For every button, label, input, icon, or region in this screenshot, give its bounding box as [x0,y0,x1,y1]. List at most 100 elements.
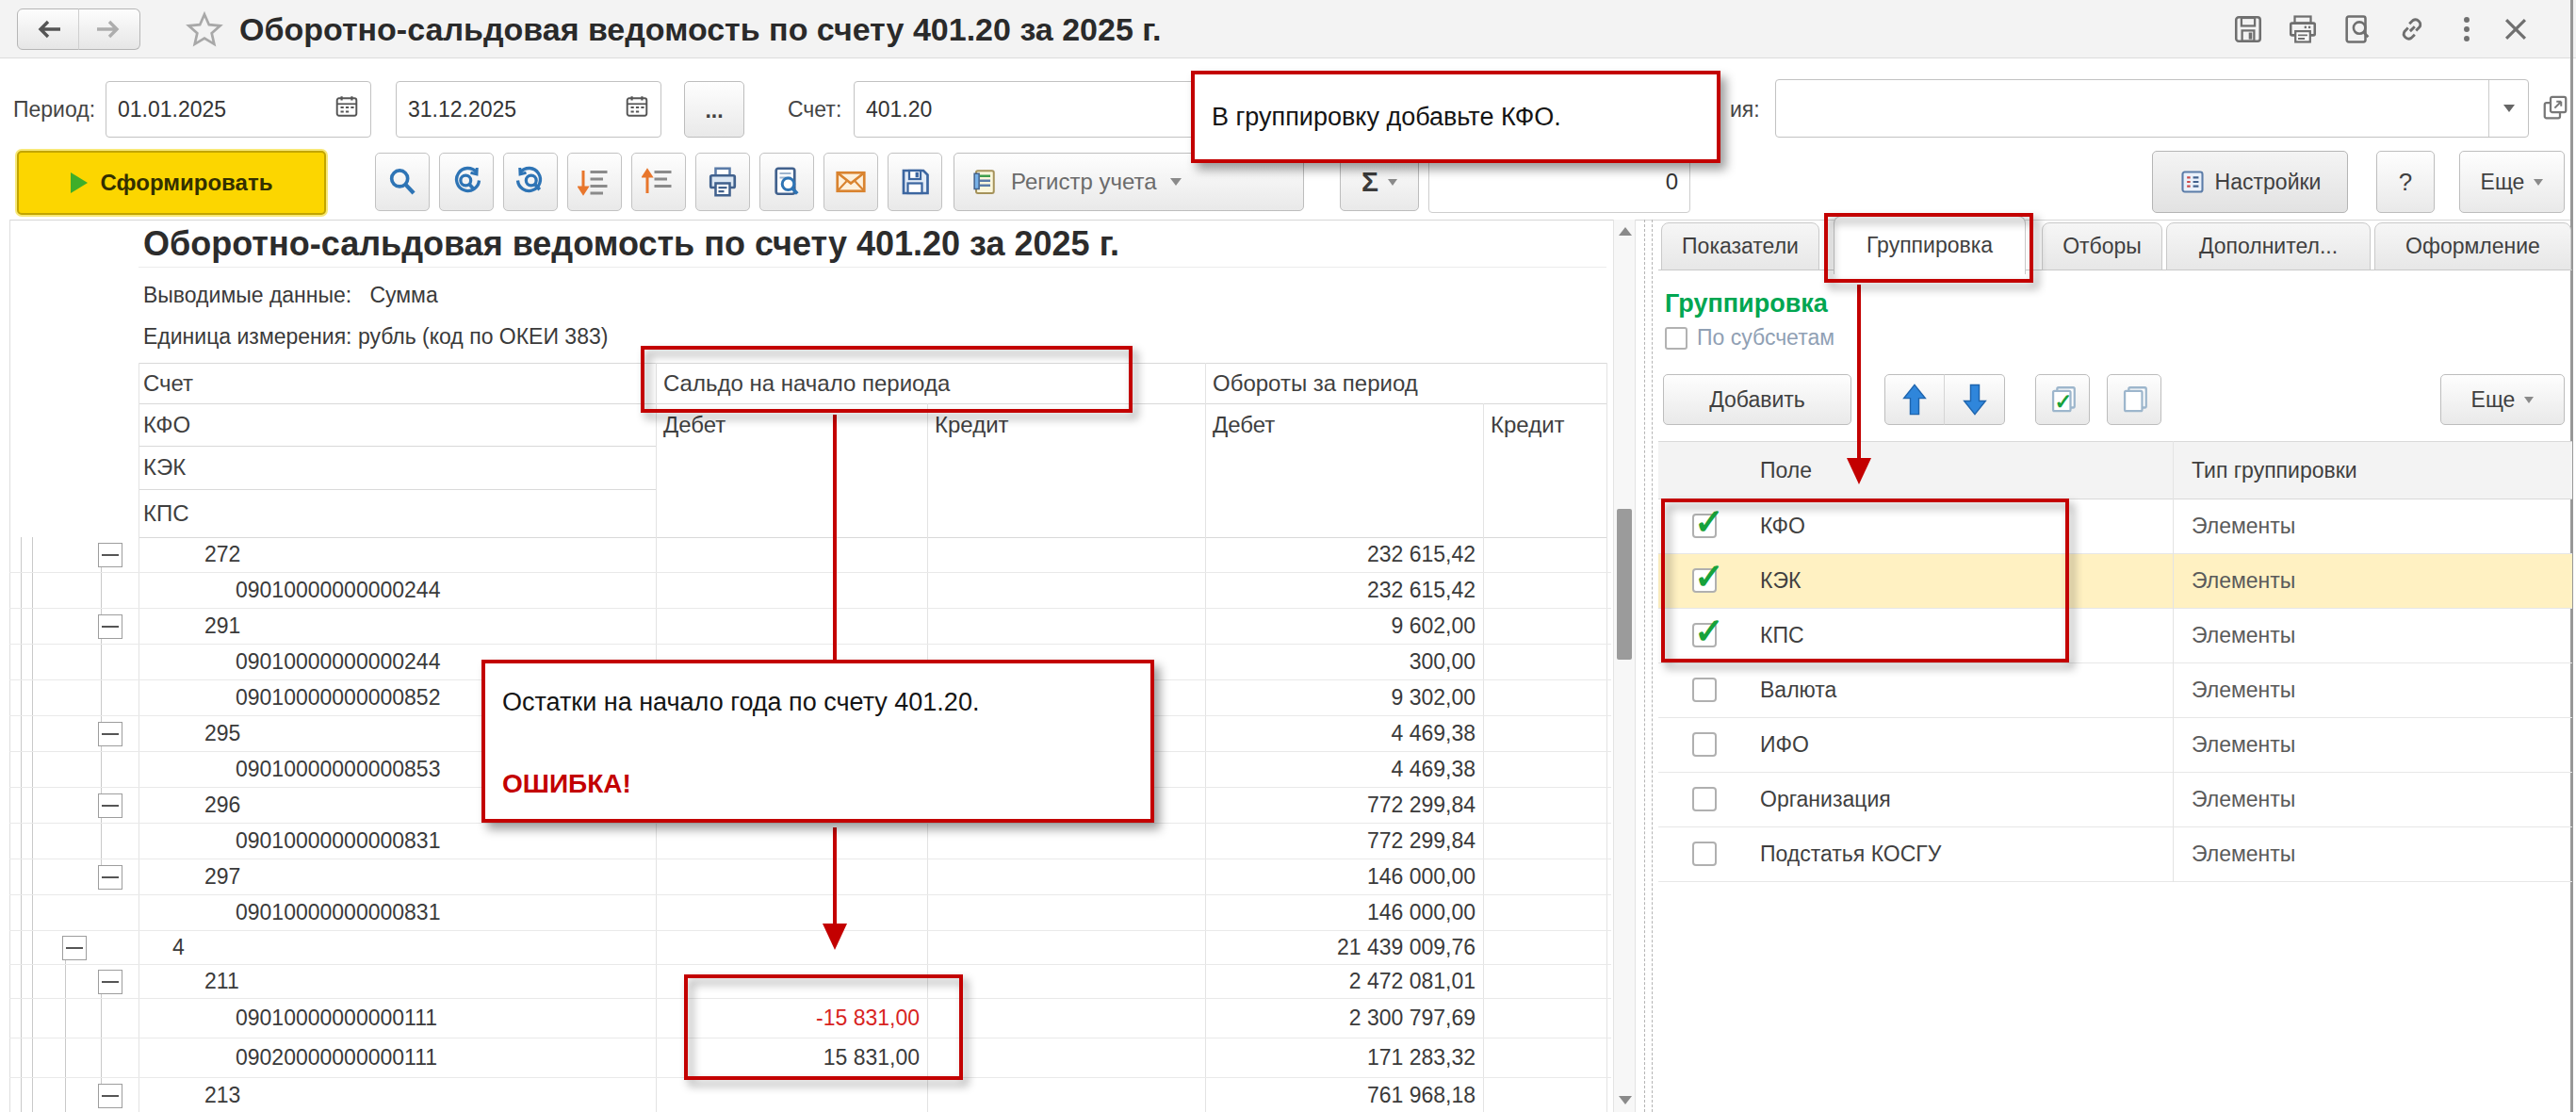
period-from-input[interactable]: 01.01.2025 [106,81,371,138]
report-cell-turnover-debit[interactable]: 146 000,00 [1367,895,1475,930]
annotation-box-grouping-tab [1824,213,2033,283]
report-cell-turnover-debit[interactable]: 761 968,18 [1367,1078,1475,1112]
grid-line [139,446,656,447]
report-cell-turnover-debit[interactable]: 9 302,00 [1391,680,1475,715]
field-row[interactable]: Подстатья КОСГУЭлементы [1658,827,2572,882]
grid-line [139,489,656,490]
tree-collapse-button[interactable] [98,865,122,890]
send-mail-button[interactable] [823,153,878,211]
settings-button[interactable]: Настройки [2152,151,2348,213]
tab-dopolnitelno[interactable]: Дополнител... [2166,222,2371,270]
tree-collapse-button[interactable] [98,1084,122,1108]
report-cell-turnover-debit[interactable]: 9 602,00 [1391,609,1475,644]
report-cell-turnover-debit[interactable]: 4 469,38 [1391,716,1475,751]
refresh-find-prev-button[interactable] [503,153,558,211]
report-row[interactable]: 297146 000,00 [9,859,1611,895]
report-row[interactable]: 09010000000000244232 615,42 [9,573,1611,609]
favorite-star-button[interactable] [185,9,224,49]
find-button[interactable] [375,153,430,211]
scroll-thumb[interactable] [1617,509,1632,660]
field-group-type: Элементы [2192,499,2295,553]
report-cell-turnover-debit[interactable]: 2 300 797,69 [1349,999,1475,1038]
report-row[interactable]: 09010000000000831772 299,84 [9,824,1611,859]
report-row[interactable]: 272232 615,42 [9,537,1611,573]
field-checkbox[interactable] [1692,732,1717,757]
report-cell-turnover-debit[interactable]: 232 615,42 [1367,573,1475,608]
scroll-up-icon[interactable] [1619,227,1632,236]
calendar-icon[interactable] [334,94,359,124]
panel-splitter[interactable] [1644,220,1645,1112]
report-cell-turnover-debit[interactable]: 146 000,00 [1367,859,1475,894]
tab-oformlenie[interactable]: Оформление [2374,222,2571,270]
tab-otbory[interactable]: Отборы [2042,222,2162,270]
add-field-button[interactable]: Добавить [1663,374,1851,425]
tab-pokazateli[interactable]: Показатели [1661,222,1819,270]
report-row[interactable]: 213 761 968,18 [9,1078,1611,1112]
star-icon [186,10,223,48]
field-row[interactable]: ОрганизацияЭлементы [1658,773,2572,827]
panel-more-button[interactable]: Еще [2440,374,2565,425]
collapse-groups-button[interactable] [631,153,686,211]
toolbar-preview-button[interactable] [759,153,814,211]
expand-groups-button[interactable] [567,153,622,211]
field-checkbox[interactable] [1692,787,1717,811]
report-cell-turnover-debit[interactable]: 232 615,42 [1367,537,1475,572]
report-row[interactable]: 2919 602,00 [9,609,1611,645]
tree-collapse-button[interactable] [62,936,87,960]
help-button[interactable]: ? [2376,151,2435,213]
toolbar-save-button[interactable] [888,153,942,211]
forward-button[interactable] [78,8,140,50]
save-button[interactable] [2227,10,2269,48]
more-button[interactable]: Еще [2459,151,2565,213]
tree-collapse-button[interactable] [98,722,122,746]
print-button[interactable] [2282,10,2323,48]
move-up-button[interactable] [1884,374,1945,425]
tree-collapse-button[interactable] [98,614,122,639]
back-button[interactable] [17,8,79,50]
report-cell-turnover-debit[interactable]: 21 439 009,76 [1337,931,1475,964]
period-choice-button[interactable]: ... [684,81,744,138]
report-row[interactable]: 09010000000000831146 000,00 [9,895,1611,931]
organization-open-button[interactable] [2536,89,2574,126]
field-row[interactable]: ИФОЭлементы [1658,718,2572,773]
calendar-icon[interactable] [625,94,649,124]
print-preview-icon [2341,13,2373,45]
report-cell-turnover-debit[interactable]: 4 469,38 [1391,752,1475,787]
title-bar: Оборотно-сальдовая ведомость по счету 40… [0,0,2576,58]
tree-collapse-button[interactable] [98,793,122,818]
report-row-code: 295 [204,716,240,751]
scroll-down-icon[interactable] [1619,1096,1632,1104]
report-row[interactable]: 421 439 009,76 [9,931,1611,965]
search-refresh-back-icon [514,165,547,199]
combo-dropdown-button[interactable] [2488,80,2528,137]
close-button[interactable] [2495,10,2536,48]
report-cell-turnover-debit[interactable]: 171 283,32 [1367,1038,1475,1077]
field-checkbox[interactable] [1692,842,1717,866]
toolbar-print-button[interactable] [695,153,750,211]
tree-collapse-button[interactable] [98,970,122,994]
tree-collapse-button[interactable] [98,543,122,567]
uncheck-all-button[interactable] [2107,374,2161,425]
report-cell-turnover-debit[interactable]: 772 299,84 [1367,824,1475,859]
by-subaccounts-checkbox[interactable] [1665,327,1687,350]
check-all-button[interactable]: ✓ [2035,374,2090,425]
print-preview-button[interactable] [2337,10,2378,48]
report-cell-turnover-debit[interactable]: 772 299,84 [1367,788,1475,823]
generate-button-label: Сформировать [101,170,273,196]
more-menu-button[interactable] [2446,10,2487,48]
generate-button[interactable]: Сформировать [17,151,326,215]
get-link-button[interactable] [2391,10,2433,48]
sigma-icon: Σ [1361,166,1378,198]
organization-combo[interactable] [1775,79,2529,138]
report-cell-turnover-debit[interactable]: 300,00 [1410,645,1475,679]
report-cell-turnover-debit[interactable]: 2 472 081,01 [1349,965,1475,998]
annotation-arrow-stem3 [1857,285,1861,458]
report-scrollbar[interactable] [1613,220,1636,1112]
field-checkbox[interactable] [1692,678,1717,702]
field-group-type: Элементы [2192,554,2295,608]
report-row-code: 213 [204,1078,240,1112]
move-down-button[interactable] [1944,374,2005,425]
period-to-input[interactable]: 31.12.2025 [396,81,661,138]
field-row[interactable]: ВалютаЭлементы [1658,663,2572,718]
refresh-find-next-button[interactable] [439,153,494,211]
